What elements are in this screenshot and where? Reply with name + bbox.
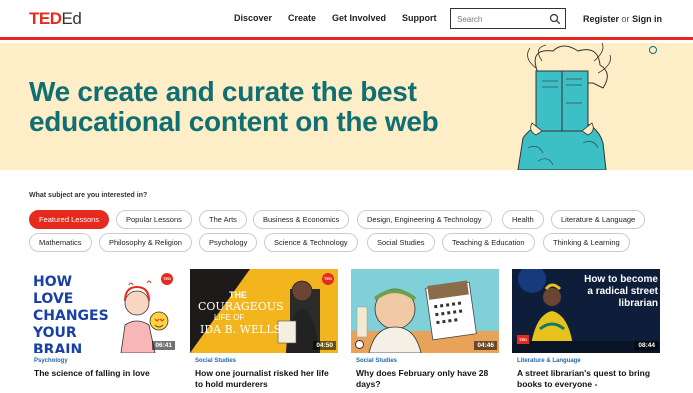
hero-headline-line2: educational content on the web xyxy=(29,106,439,137)
site-header: TEDEd Discover Create Get Involved Suppo… xyxy=(0,0,693,40)
lesson-card[interactable]: 04:46 Social Studies Why does February o… xyxy=(351,269,499,393)
logo-ed-text: Ed xyxy=(61,9,82,28)
lesson-title[interactable]: The science of falling in love xyxy=(34,368,174,379)
subject-literature-language[interactable]: Literature & Language xyxy=(551,210,646,229)
lesson-title[interactable]: A street librarian's quest to bring book… xyxy=(517,368,657,390)
lesson-duration: 08:44 xyxy=(635,341,658,350)
subject-design-engineering-technology[interactable]: Design, Engineering & Technology xyxy=(357,210,492,229)
search-box xyxy=(450,8,566,29)
lesson-card[interactable]: HOW LOVE CHANGES YOUR BRAIN TED 06:41 Ps… xyxy=(29,269,177,393)
subject-social-studies[interactable]: Social Studies xyxy=(367,233,435,252)
subject-philosophy-religion[interactable]: Philosophy & Religion xyxy=(99,233,192,252)
lesson-title[interactable]: Why does February only have 28 days? xyxy=(356,368,496,390)
or-text: or xyxy=(621,14,630,24)
ted-logo-icon: TED xyxy=(517,335,529,344)
lesson-thumbnail[interactable]: How to become a radical street librarian… xyxy=(512,269,660,353)
subject-business-economics[interactable]: Business & Economics xyxy=(253,210,350,229)
subject-thinking-learning[interactable]: Thinking & Learning xyxy=(543,233,630,252)
subject-featured-lessons[interactable]: Featured Lessons xyxy=(29,210,110,229)
lesson-duration: 06:41 xyxy=(152,341,175,350)
register-link[interactable]: Register xyxy=(583,14,619,24)
account-links: Register or Sign in xyxy=(583,14,662,24)
lesson-duration: 04:46 xyxy=(474,341,497,350)
hero-headline: We create and curate the best educationa… xyxy=(29,76,439,137)
subject-psychology[interactable]: Psychology xyxy=(199,233,258,252)
reader-illustration xyxy=(517,43,611,170)
lesson-card[interactable]: How to become a radical street librarian… xyxy=(512,269,660,393)
thumbnail-text-1: THE xyxy=(229,290,247,300)
subject-science-technology[interactable]: Science & Technology xyxy=(264,233,358,252)
lesson-thumbnail[interactable]: THE COURAGEOUS LIFE OF IDA B. WELLS TED … xyxy=(190,269,338,353)
thumbnail-text-2: COURAGEOUS xyxy=(198,300,284,313)
lesson-category[interactable]: Literature & Language xyxy=(517,358,581,364)
hero-dot-icon xyxy=(649,46,657,54)
ted-ed-logo[interactable]: TEDEd xyxy=(29,9,82,29)
play-icon[interactable] xyxy=(355,340,364,349)
subject-the-arts[interactable]: The Arts xyxy=(199,210,247,229)
subject-mathematics[interactable]: Mathematics xyxy=(29,233,92,252)
sign-in-link[interactable]: Sign in xyxy=(632,14,662,24)
nav-support[interactable]: Support xyxy=(402,13,437,23)
hero-headline-line1: We create and curate the best xyxy=(29,76,417,107)
subject-prompt: What subject are you interested in? xyxy=(29,192,148,199)
lesson-title[interactable]: How one journalist risked her life to ho… xyxy=(195,368,335,390)
thumbnail-text: HOW LOVE CHANGES YOUR BRAIN xyxy=(33,274,109,353)
lesson-category[interactable]: Social Studies xyxy=(356,358,397,364)
hero-banner: We create and curate the best educationa… xyxy=(0,43,693,170)
ted-badge-icon: TED xyxy=(322,273,334,285)
ted-badge-icon: TED xyxy=(161,273,173,285)
lesson-category[interactable]: Social Studies xyxy=(195,358,236,364)
thumbnail-text-4: IDA B. WELLS xyxy=(200,323,282,336)
lesson-category[interactable]: Psychology xyxy=(34,358,68,364)
subject-health[interactable]: Health xyxy=(502,210,544,229)
nav-get-involved[interactable]: Get Involved xyxy=(332,13,386,23)
nav-discover[interactable]: Discover xyxy=(234,13,272,23)
logo-ted-text: TED xyxy=(29,9,62,28)
nav-create[interactable]: Create xyxy=(288,13,316,23)
search-icon[interactable] xyxy=(549,13,561,25)
subject-popular-lessons[interactable]: Popular Lessons xyxy=(116,210,192,229)
lesson-thumbnail[interactable]: 04:46 xyxy=(351,269,499,353)
search-input[interactable] xyxy=(451,10,547,29)
thumbnail-text: How to become a radical street librarian xyxy=(584,274,658,309)
subject-teaching-education[interactable]: Teaching & Education xyxy=(442,233,535,252)
thumbnail-text-3: LIFE OF xyxy=(214,313,245,322)
lesson-thumbnail[interactable]: HOW LOVE CHANGES YOUR BRAIN TED 06:41 xyxy=(29,269,177,353)
lesson-duration: 04:50 xyxy=(313,341,336,350)
lesson-card[interactable]: THE COURAGEOUS LIFE OF IDA B. WELLS TED … xyxy=(190,269,338,393)
